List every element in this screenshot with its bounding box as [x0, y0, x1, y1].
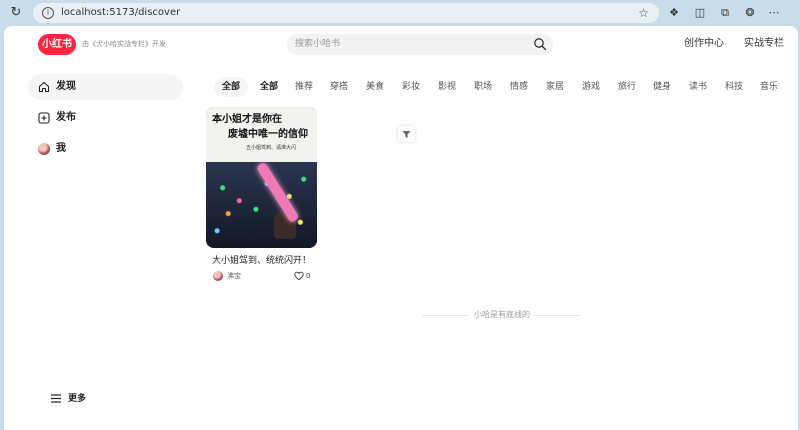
more-label: 更多	[68, 394, 87, 404]
note-author-avatar[interactable]	[213, 271, 223, 281]
developer-note: 由《犬小哈实战专栏》开发	[82, 40, 166, 48]
avatar	[38, 143, 50, 155]
sidebar-item-label: 发现	[56, 81, 76, 92]
more-menu-button[interactable]: 更多	[48, 391, 108, 407]
channel-tab-film[interactable]: 影视	[434, 77, 460, 97]
channel-tab-tech[interactable]: 科技	[721, 77, 747, 97]
creator-center-link[interactable]: 创作中心	[684, 37, 724, 51]
note-author-name[interactable]: 沸宝	[227, 270, 241, 282]
browser-toolbar: ↻ i localhost:5173/discover ☆ ❖ ◫ ⧉ ❂ ⋯	[0, 0, 800, 26]
search-placeholder: 搜索小哈书	[295, 39, 341, 49]
app-page: 小红书 由《犬小哈实战专栏》开发 搜索小哈书 创作中心 实战专栏 发现 发布 我…	[4, 26, 798, 430]
site-info-icon[interactable]: i	[42, 7, 54, 19]
search-icon[interactable]	[533, 37, 547, 51]
channel-tab-outfit[interactable]: 穿搭	[326, 77, 352, 97]
channel-tab-music[interactable]: 音乐	[756, 77, 782, 97]
home-icon	[38, 81, 50, 93]
split-screen-icon[interactable]: ◫	[692, 5, 708, 21]
filter-button[interactable]	[398, 126, 415, 142]
cover-text-line-2: 废墟中唯一的信仰	[228, 129, 308, 140]
end-of-feed-text: 小哈是有底线的	[474, 310, 530, 319]
search-input[interactable]: 搜索小哈书	[287, 34, 553, 55]
like-count: 0	[306, 272, 311, 280]
channel-tab-emotion[interactable]: 情感	[506, 77, 532, 97]
channel-tab-fitness[interactable]: 健身	[649, 77, 675, 97]
sidebar-item-discover[interactable]: 发现	[28, 74, 183, 100]
channel-tab-travel[interactable]: 旅行	[614, 77, 640, 97]
sidebar-item-label: 发布	[56, 112, 76, 123]
address-url: localhost:5173/discover	[61, 7, 181, 18]
channel-tab-career[interactable]: 职场	[470, 77, 496, 97]
more-menu-icon[interactable]: ⋯	[766, 5, 782, 21]
favorites-icon[interactable]: ⧉	[717, 5, 733, 21]
note-cover-image[interactable]: 本小姐才是你在 废墟中唯一的信仰 五小姐驾到、请准大闪	[206, 107, 317, 248]
plus-square-icon	[38, 112, 50, 124]
extensions-icon[interactable]: ❖	[666, 5, 682, 21]
channel-tab-games[interactable]: 游戏	[578, 77, 604, 97]
cover-text-line-1: 本小姐才是你在	[212, 114, 282, 125]
app-logo[interactable]: 小红书	[38, 34, 76, 55]
sidebar-item-me[interactable]: 我	[28, 136, 183, 162]
bookmark-star-icon[interactable]: ☆	[638, 5, 649, 21]
channel-tab-food[interactable]: 美食	[362, 77, 388, 97]
like-icon[interactable]	[294, 271, 304, 281]
channel-tab-recommend[interactable]: 推荐	[291, 77, 317, 97]
collections-icon[interactable]: ❂	[742, 5, 758, 21]
sidebar-item-label: 我	[56, 143, 66, 154]
reload-icon[interactable]: ↻	[8, 5, 24, 21]
channel-tab-makeup[interactable]: 彩妆	[398, 77, 424, 97]
cover-text-line-3: 五小姐驾到、请准大闪	[246, 145, 297, 151]
address-bar[interactable]: i localhost:5173/discover ☆	[33, 3, 659, 23]
channel-tab-all[interactable]: 全部	[214, 77, 249, 97]
filter-icon	[402, 131, 411, 138]
sidebar-item-publish[interactable]: 发布	[28, 105, 183, 131]
channel-tab-all-2[interactable]: 全部	[256, 77, 282, 97]
channel-tab-reading[interactable]: 读书	[685, 77, 711, 97]
channel-tab-home[interactable]: 家居	[542, 77, 568, 97]
divider-left	[422, 315, 468, 316]
column-link[interactable]: 实战专栏	[744, 37, 784, 51]
divider-right	[534, 315, 580, 316]
note-title[interactable]: 大小姐驾到、统统闪开！	[212, 255, 311, 268]
menu-icon	[51, 394, 61, 403]
